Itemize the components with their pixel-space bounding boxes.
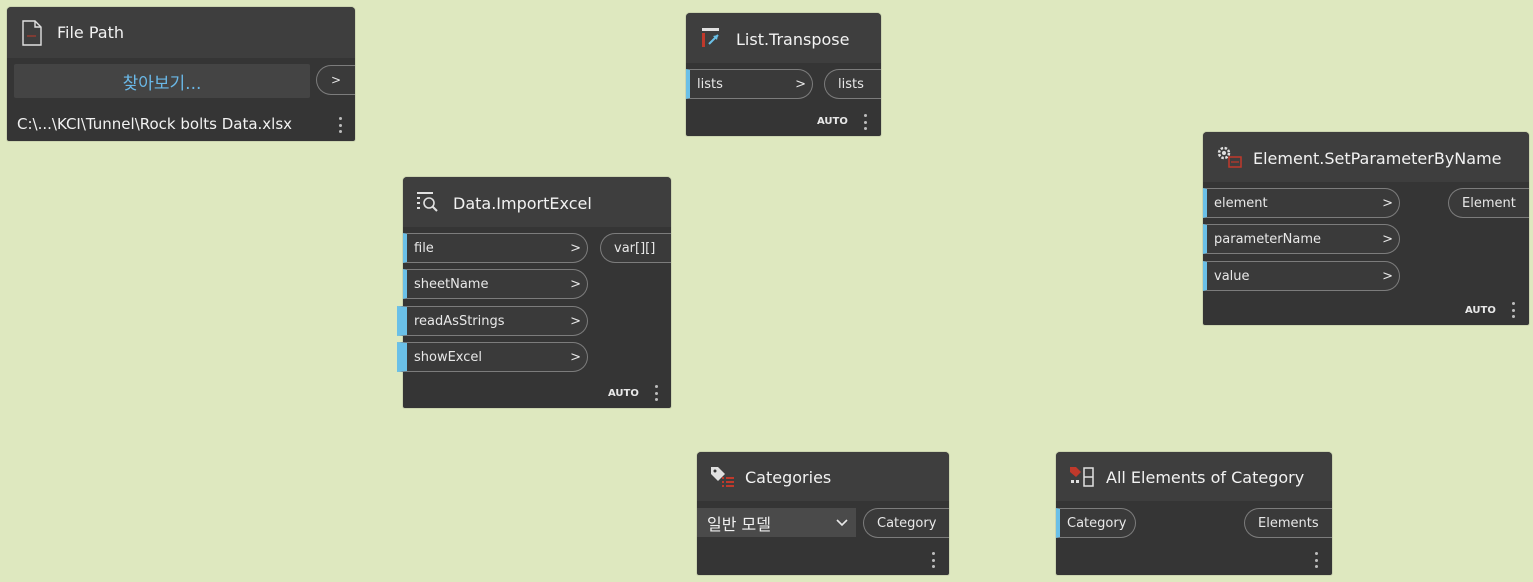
all-elements-icon [1070,467,1094,487]
port-label: Category [1067,515,1127,531]
node-header[interactable]: File Path [7,7,355,58]
node-menu-icon[interactable] [1314,552,1318,568]
import-excel-node[interactable]: Data.ImportExcel file > sheetName > read… [397,177,671,408]
input-port-value[interactable]: value > [1203,261,1400,291]
chevron-down-icon [836,518,848,526]
lacing-label[interactable]: AUTO [1465,305,1496,316]
input-port-showexcel[interactable]: showExcel > [397,342,588,372]
node-menu-icon[interactable] [863,114,867,130]
node-title: File Path [57,23,125,42]
output-port-elements[interactable]: Elements [1244,508,1332,538]
port-label: showExcel [414,349,483,365]
node-header[interactable]: Categories [697,452,949,501]
port-label: readAsStrings [414,313,505,329]
port-label: file [414,240,434,256]
port-label: Category [877,515,937,531]
lacing-label[interactable]: AUTO [608,388,639,399]
dropdown-value: 일반 모델 [707,514,771,534]
port-label: value [1214,268,1250,284]
node-menu-icon[interactable] [931,552,935,568]
port-label: lists [697,76,723,92]
input-port-category[interactable]: Category [1056,508,1136,538]
file-path-node[interactable]: File Path 찾아보기... > C:\...\KCI\Tunnel\Ro… [7,7,355,141]
port-label: var[][] [614,240,656,256]
port-label: element [1214,195,1268,211]
output-port-category[interactable]: Category [863,508,949,538]
chevron-right-icon: > [570,276,581,292]
port-label: Elements [1258,515,1319,531]
chevron-right-icon: > [570,240,581,256]
port-label: parameterName [1214,231,1321,247]
import-excel-icon [417,192,438,212]
node-header[interactable]: List.Transpose [686,13,881,63]
port-label: lists [838,76,864,92]
input-port-readasstrings[interactable]: readAsStrings > [397,306,588,336]
all-elements-node[interactable]: All Elements of Category Category Elemen… [1056,452,1332,575]
node-menu-icon[interactable] [1511,302,1515,318]
node-title: List.Transpose [736,30,850,49]
node-menu-icon[interactable] [338,117,342,133]
lacing-label[interactable]: AUTO [817,116,848,127]
chevron-right-icon: > [1382,195,1393,211]
browse-button[interactable]: 찾아보기... [14,64,310,98]
categories-icon [711,467,734,487]
file-path-value: C:\...\KCI\Tunnel\Rock bolts Data.xlsx [17,115,293,133]
node-menu-icon[interactable] [654,385,658,401]
list-transpose-node[interactable]: List.Transpose lists > lists AUTO [686,13,881,136]
output-port-file-path[interactable]: > [316,65,355,95]
output-port-lists[interactable]: lists [824,69,881,99]
chevron-right-icon: > [1382,231,1393,247]
node-title: Categories [745,468,832,487]
node-header[interactable]: Data.ImportExcel [403,177,671,227]
node-title: Element.SetParameterByName [1253,149,1502,168]
file-icon [22,20,42,46]
input-port-parametername[interactable]: parameterName > [1203,224,1400,254]
input-port-element[interactable]: element > [1203,188,1400,218]
output-arrow: > [331,73,342,87]
chevron-right-icon: > [1382,268,1393,284]
categories-node[interactable]: Categories 일반 모델 Category [697,452,949,575]
chevron-right-icon: > [570,349,581,365]
input-port-lists[interactable]: lists > [686,69,813,99]
node-title: All Elements of Category [1106,468,1305,487]
category-dropdown[interactable]: 일반 모델 [697,508,856,537]
port-label: sheetName [414,276,489,292]
output-port-var[interactable]: var[][] [600,233,671,263]
chevron-right-icon: > [795,76,806,92]
transpose-icon [702,28,719,47]
port-label: Element [1462,195,1516,211]
output-port-element[interactable]: Element [1448,188,1529,218]
node-header[interactable]: All Elements of Category [1056,452,1332,501]
node-title: Data.ImportExcel [453,194,592,213]
input-port-sheetname[interactable]: sheetName > [403,269,588,299]
chevron-right-icon: > [570,313,581,329]
set-parameter-icon [1217,146,1242,168]
input-port-file[interactable]: file > [403,233,588,263]
node-header[interactable]: Element.SetParameterByName [1203,132,1529,182]
set-parameter-node[interactable]: Element.SetParameterByName element > par… [1203,132,1529,325]
